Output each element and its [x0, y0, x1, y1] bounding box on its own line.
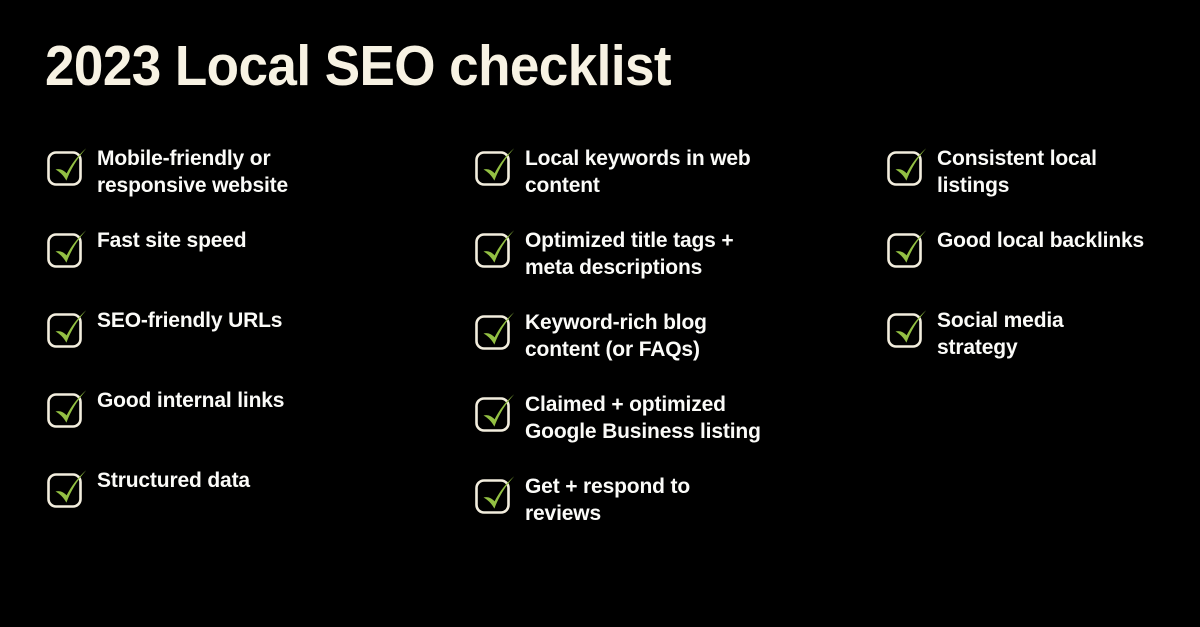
checklist-item-label: Social media strategy	[937, 309, 1064, 359]
page-title: 2023 Local SEO checklist	[45, 34, 672, 98]
checked-checkbox-icon[interactable]	[475, 476, 515, 515]
checklist-item[interactable]: Social media strategy	[887, 301, 1200, 361]
checked-checkbox-icon[interactable]	[475, 394, 515, 433]
checklist-item-label: Get + respond to reviews	[525, 475, 691, 525]
checklist-item-label: Keyword-rich blog content (or FAQs)	[525, 311, 707, 361]
checked-checkbox-icon[interactable]	[887, 230, 927, 269]
checked-checkbox-icon[interactable]	[47, 230, 87, 269]
checklist-graphic: 2023 Local SEO checklist Mobile-friendly…	[0, 0, 1200, 627]
checklist-item-label: Mobile-friendly or responsive website	[97, 147, 289, 197]
checked-checkbox-icon[interactable]	[887, 310, 927, 349]
checklist-column-3: Consistent local listings Good local back…	[881, 139, 1200, 383]
checklist-item[interactable]: Keyword-rich blog content (or FAQs)	[475, 303, 881, 363]
checklist-item[interactable]: Good internal links	[47, 381, 461, 432]
checked-checkbox-icon[interactable]	[475, 312, 515, 351]
checklist-item[interactable]: Structured data	[47, 461, 461, 512]
checklist-item-label: Optimized title tags + meta descriptions	[525, 229, 734, 279]
checklist-item-label: Good internal links	[97, 389, 285, 412]
checklist-item[interactable]: Claimed + optimized Google Business list…	[475, 385, 881, 445]
checklist-column-2: Local keywords in web content Optimized t…	[461, 139, 881, 549]
checked-checkbox-icon[interactable]	[47, 390, 87, 429]
checklist-item[interactable]: SEO-friendly URLs	[47, 301, 461, 352]
checklist-item-label: Local keywords in web content	[525, 147, 751, 197]
checklist-item[interactable]: Optimized title tags + meta descriptions	[475, 221, 881, 281]
checklist-columns: Mobile-friendly or responsive website Fas…	[0, 139, 1200, 549]
checklist-column-1: Mobile-friendly or responsive website Fas…	[0, 139, 461, 512]
checked-checkbox-icon[interactable]	[475, 148, 515, 187]
checklist-item-label: Good local backlinks	[937, 229, 1145, 252]
checked-checkbox-icon[interactable]	[47, 148, 87, 187]
checklist-item-label: Consistent local listings	[937, 147, 1097, 197]
checklist-item[interactable]: Good local backlinks	[887, 221, 1200, 272]
checklist-item-label: Fast site speed	[97, 229, 247, 252]
checklist-item-label: Structured data	[97, 469, 250, 492]
checklist-item-label: Claimed + optimized Google Business list…	[525, 393, 761, 443]
checklist-item[interactable]: Consistent local listings	[887, 139, 1200, 199]
checked-checkbox-icon[interactable]	[47, 470, 87, 509]
checklist-item-label: SEO-friendly URLs	[97, 309, 283, 332]
checked-checkbox-icon[interactable]	[475, 230, 515, 269]
checklist-item[interactable]: Get + respond to reviews	[475, 467, 881, 527]
checked-checkbox-icon[interactable]	[47, 310, 87, 349]
checked-checkbox-icon[interactable]	[887, 148, 927, 187]
checklist-item[interactable]: Local keywords in web content	[475, 139, 881, 199]
checklist-item[interactable]: Fast site speed	[47, 221, 461, 272]
checklist-item[interactable]: Mobile-friendly or responsive website	[47, 139, 461, 199]
